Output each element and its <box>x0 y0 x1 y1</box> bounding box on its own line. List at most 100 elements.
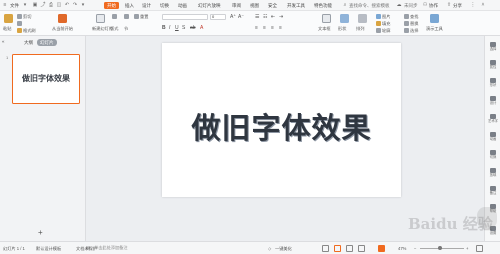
numbering-icon[interactable]: ☷ <box>263 14 267 20</box>
tab-home[interactable]: 开始 <box>104 2 119 9</box>
redo-icon[interactable]: ↷ <box>72 2 78 8</box>
shape-label[interactable]: 形状 <box>338 26 346 32</box>
sidebar-item-shape[interactable]: 形状 <box>487 78 499 90</box>
notes-placeholder[interactable]: 单击此处添加备注 <box>94 245 128 251</box>
section-icon[interactable] <box>124 14 129 19</box>
paste-icon[interactable] <box>4 14 13 23</box>
align-right-icon[interactable]: ≡ <box>271 25 274 31</box>
font-size-field[interactable]: 0 <box>210 14 226 20</box>
command-search[interactable]: 查找命令、搜索模板 <box>349 2 390 9</box>
align-center-icon[interactable]: ≡ <box>263 25 266 31</box>
add-slide-button[interactable]: + <box>38 228 43 237</box>
font-name-field[interactable] <box>162 14 208 20</box>
format-painter-label[interactable]: 格式刷 <box>23 28 36 34</box>
shrink-font-icon[interactable]: A⁻ <box>238 14 244 20</box>
collab-button[interactable]: 协作 <box>429 2 438 9</box>
theme-name[interactable]: 默认设计模板 <box>36 246 61 252</box>
align-left-icon[interactable]: ≡ <box>255 25 258 31</box>
tab-slides[interactable]: 幻灯片 <box>37 39 57 46</box>
strikethrough-icon[interactable]: ab <box>190 25 196 31</box>
sidebar-item-select[interactable]: 选择 <box>487 42 499 54</box>
minimize-ribbon-icon[interactable]: ˄ <box>480 2 486 8</box>
from-current-label[interactable]: 从当前开始 <box>52 26 73 32</box>
increase-indent-icon[interactable]: ⇥ <box>279 14 283 20</box>
reset-icon[interactable] <box>134 14 139 19</box>
tab-security[interactable]: 安全 <box>268 2 277 9</box>
italic-icon[interactable]: I <box>169 25 170 31</box>
preview-icon[interactable]: ◫ <box>56 2 62 8</box>
print-icon[interactable]: ⎙ <box>48 2 54 8</box>
sidebar-item-slideshow[interactable]: 放映 <box>487 168 499 180</box>
picture-icon[interactable] <box>376 14 381 19</box>
tab-design[interactable]: 设计 <box>142 2 151 9</box>
arrange-icon[interactable] <box>358 14 367 23</box>
tab-view[interactable]: 视图 <box>250 2 259 9</box>
tab-transitions[interactable]: 切换 <box>160 2 169 9</box>
tab-outline[interactable]: 大纲 <box>24 40 33 46</box>
more-icon[interactable]: ▾ <box>80 2 86 8</box>
replace-label[interactable]: 替换 <box>410 21 418 27</box>
textbox-icon[interactable] <box>322 14 331 23</box>
underline-icon[interactable]: U <box>175 25 179 31</box>
sync-status[interactable]: 未同步 <box>404 2 418 9</box>
decrease-indent-icon[interactable]: ⇤ <box>271 14 275 20</box>
chevron-down-icon[interactable]: ▾ <box>22 2 28 8</box>
replace-icon[interactable] <box>404 21 409 26</box>
cut-icon[interactable] <box>17 14 22 19</box>
select-icon[interactable] <box>404 28 409 33</box>
sidebar-item-notes[interactable]: 备注 <box>487 186 499 198</box>
menu-file[interactable]: 文件 <box>10 2 19 9</box>
presentation-tools-icon[interactable] <box>430 14 439 23</box>
sidebar-item-animation[interactable]: 动画 <box>487 132 499 144</box>
section-label[interactable]: 节 <box>124 26 128 32</box>
save-icon[interactable]: ▣ <box>32 2 38 8</box>
bold-icon[interactable]: B <box>162 25 166 31</box>
tab-review[interactable]: 审阅 <box>232 2 241 9</box>
undo-icon[interactable]: ↶ <box>64 2 70 8</box>
layout-icon[interactable] <box>112 14 117 19</box>
slide[interactable]: 做旧字体效果 <box>162 43 401 197</box>
presentation-tools-label[interactable]: 演示工具 <box>426 26 443 32</box>
menu-icon[interactable]: ≡ <box>2 2 8 8</box>
select-label[interactable]: 选择 <box>410 28 418 34</box>
tab-animation[interactable]: 动画 <box>178 2 187 9</box>
find-label[interactable]: 查找 <box>410 14 418 20</box>
grow-font-icon[interactable]: A⁺ <box>230 14 236 20</box>
sidebar-item-properties[interactable]: 属性 <box>487 60 499 72</box>
slide-title-text[interactable]: 做旧字体效果 <box>162 111 401 145</box>
textbox-label[interactable]: 文本框 <box>318 26 331 32</box>
layout-label[interactable]: 版式 <box>110 26 118 32</box>
share-button[interactable]: 分享 <box>453 2 462 9</box>
shape-icon[interactable] <box>340 14 349 23</box>
tab-developer[interactable]: 开发工具 <box>287 2 305 9</box>
tab-insert[interactable]: 插入 <box>125 2 134 9</box>
outline-icon[interactable] <box>376 28 381 33</box>
tab-slideshow[interactable]: 幻灯片放映 <box>198 2 221 9</box>
cut-label[interactable]: 剪切 <box>23 14 31 20</box>
search-icon[interactable]: ⌕ <box>342 2 348 8</box>
format-painter-icon[interactable] <box>17 28 22 33</box>
export-icon[interactable]: ⤴ <box>40 2 46 8</box>
sidebar-item-design[interactable]: 设计 <box>487 96 499 108</box>
paste-label[interactable]: 粘贴 <box>3 26 11 32</box>
find-icon[interactable] <box>404 14 409 19</box>
fill-icon[interactable] <box>376 21 381 26</box>
bullets-icon[interactable]: ☰ <box>255 14 259 20</box>
slide-thumbnail[interactable]: 做旧字体效果 <box>12 54 80 104</box>
play-icon[interactable] <box>58 14 67 23</box>
justify-icon[interactable]: ≡ <box>279 25 282 31</box>
picture-label[interactable]: 图片 <box>382 14 390 20</box>
more-options-icon[interactable]: ⋮ <box>470 2 476 8</box>
arrange-label[interactable]: 排列 <box>356 26 364 32</box>
shadow-icon[interactable]: S <box>182 25 185 31</box>
outline-label[interactable]: 轮廓 <box>382 28 390 34</box>
tab-features[interactable]: 特色功能 <box>314 2 332 9</box>
new-slide-icon[interactable] <box>96 14 105 23</box>
collapse-panel-icon[interactable]: « <box>2 39 5 44</box>
fill-label[interactable]: 填充 <box>382 21 390 27</box>
font-color-icon[interactable]: A <box>200 25 203 31</box>
copy-icon[interactable] <box>17 21 22 26</box>
sidebar-item-wordart[interactable]: 艺术字 <box>487 114 499 126</box>
reset-label[interactable]: 重置 <box>140 14 148 20</box>
sidebar-item-transition[interactable]: 切换 <box>487 150 499 162</box>
